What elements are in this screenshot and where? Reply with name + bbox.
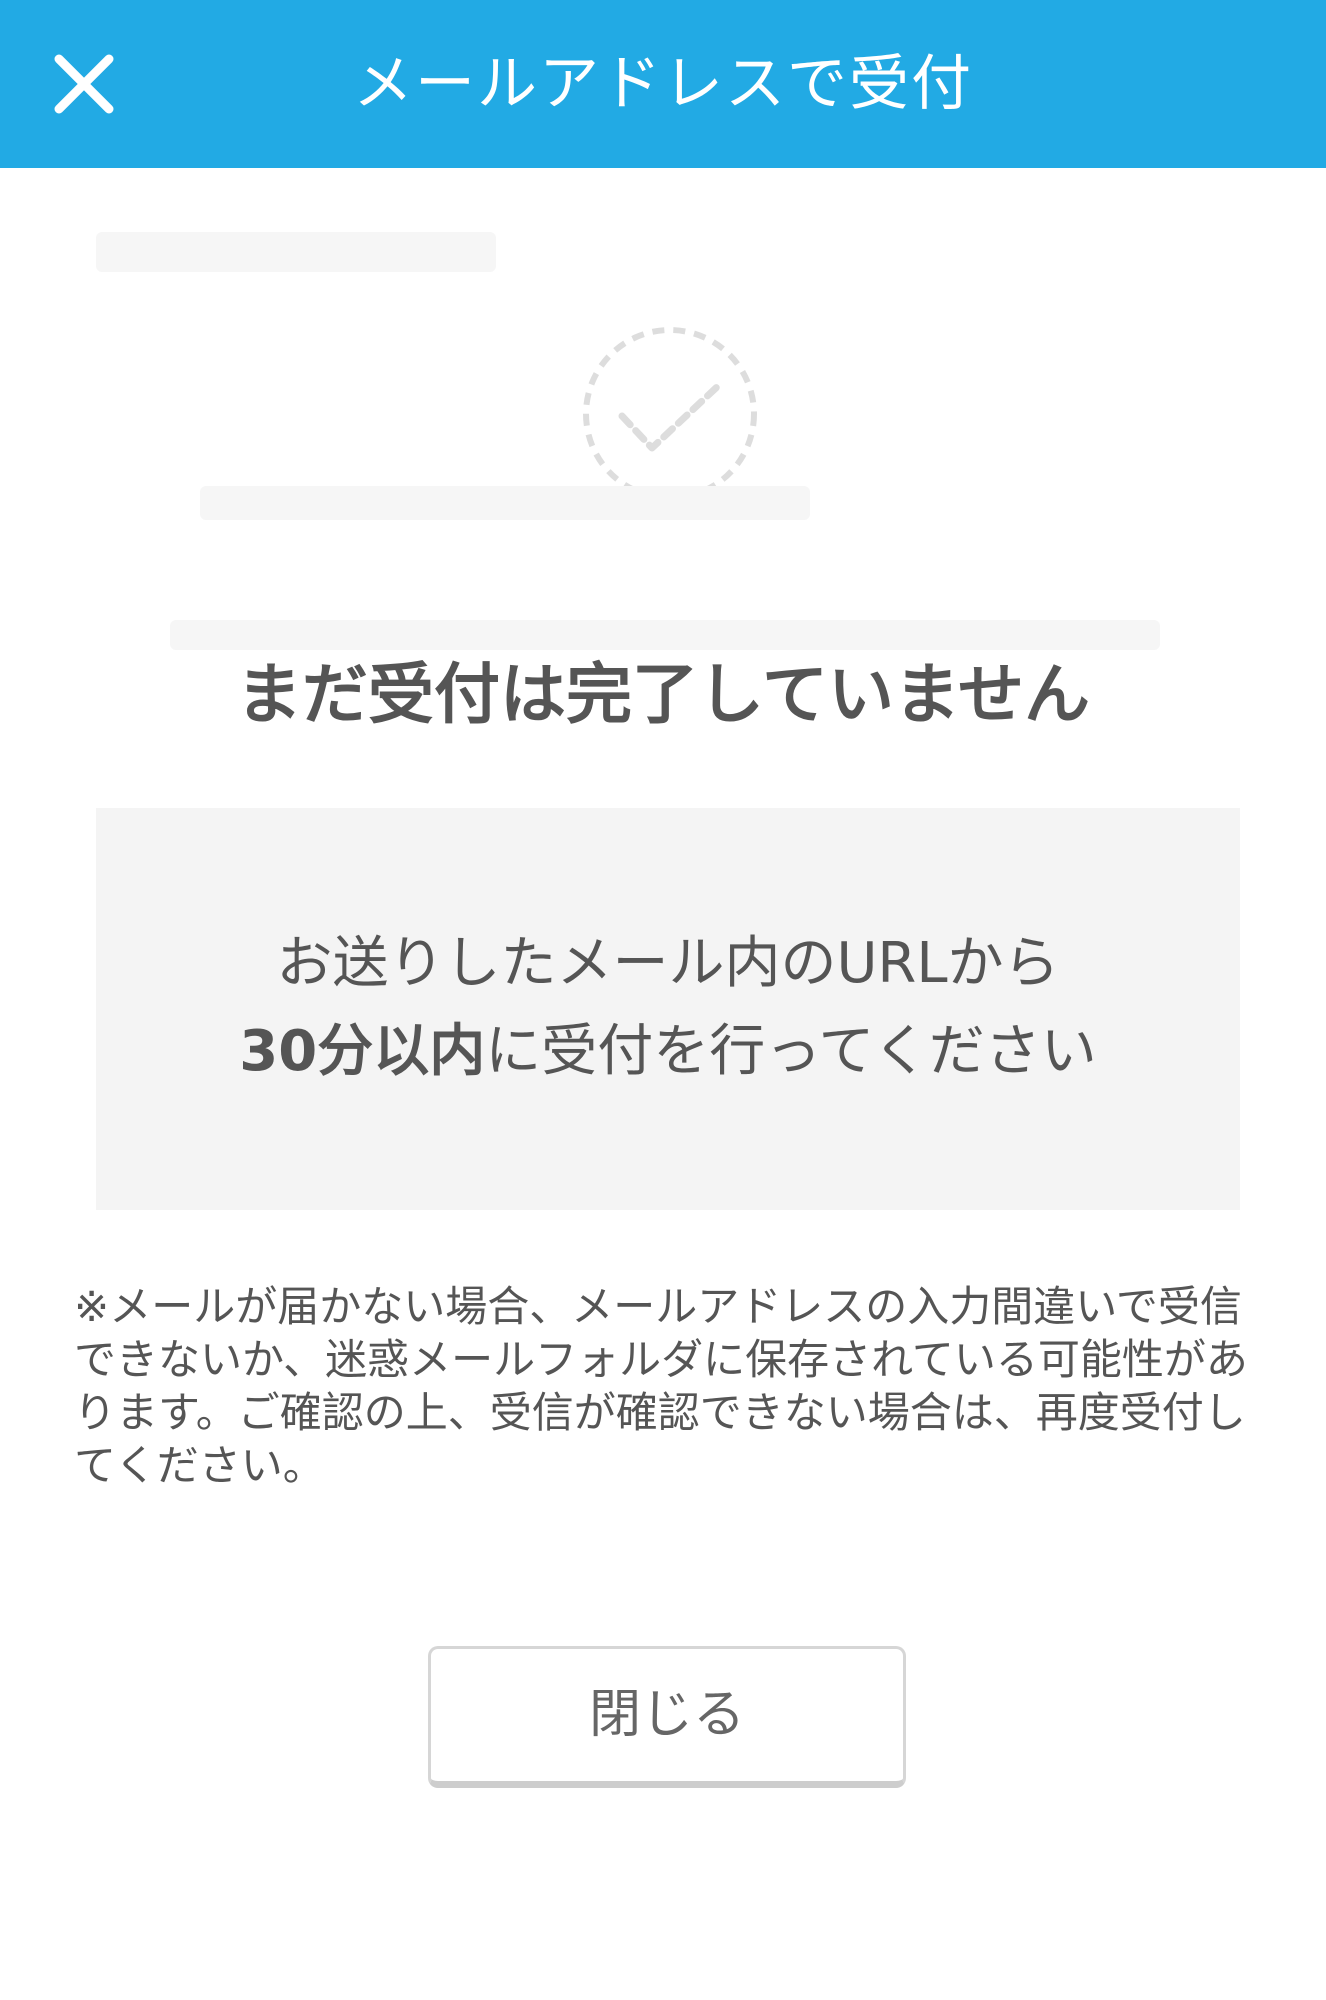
background-heading-placeholder xyxy=(96,232,496,272)
close-button[interactable] xyxy=(36,36,132,132)
info-line: お送りしたメール内のURLから xyxy=(276,931,1060,996)
info-time-limit: 30分以内 xyxy=(239,1019,486,1084)
page-title: メールアドレスで受付 xyxy=(353,49,973,119)
close-icon xyxy=(54,54,114,114)
status-message: まだ受付は完了していません xyxy=(235,656,1091,733)
info-line: 30分以内に受付を行ってください xyxy=(116,1014,1220,1090)
dashed-check-circle-icon xyxy=(583,327,757,501)
info-line-rest: に受付を行ってください xyxy=(485,1019,1097,1084)
close-dialog-button[interactable]: 閉じる xyxy=(428,1646,906,1788)
note-text: ※メールが届かない場合、メールアドレスの入力間違いで受信できないか、迷惑メールフ… xyxy=(74,1282,1248,1490)
app-header: メールアドレスで受付 xyxy=(0,0,1326,168)
info-box: お送りしたメール内のURLから 30分以内に受付を行ってください xyxy=(96,808,1240,1210)
background-text-placeholder xyxy=(170,620,1160,650)
background-text-placeholder xyxy=(200,486,810,520)
